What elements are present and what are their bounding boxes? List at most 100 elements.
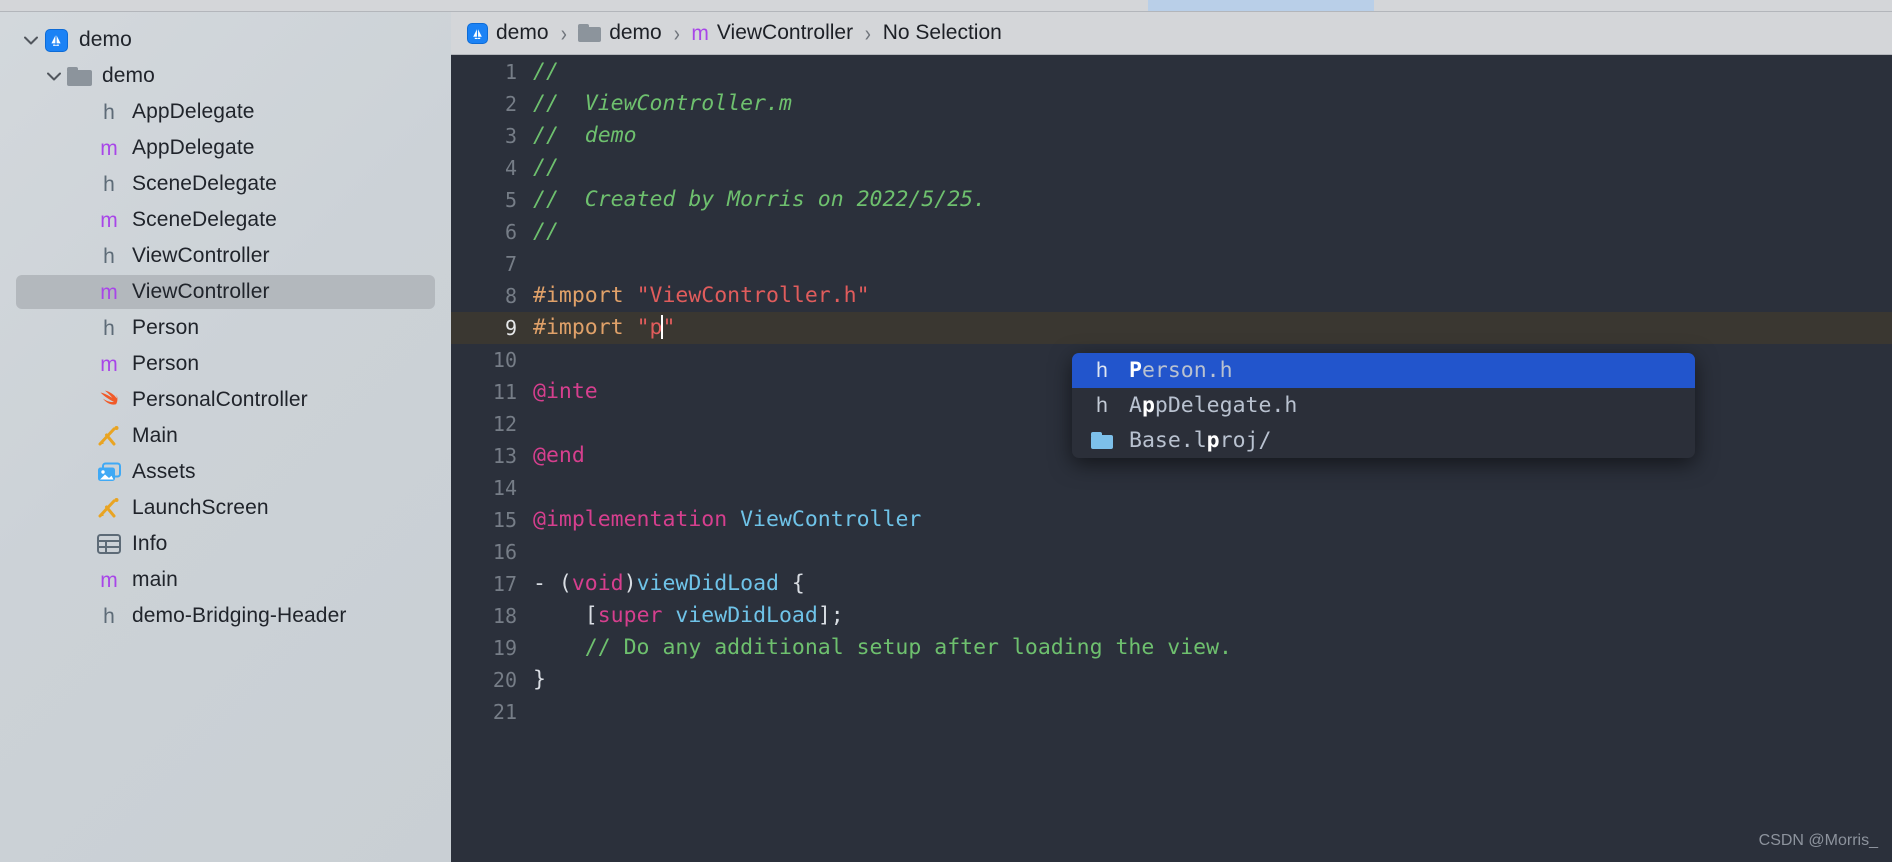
autocomplete-label: Person.h [1129, 358, 1233, 383]
code-line[interactable]: 16 [451, 536, 1892, 568]
code-text: #import "p" [533, 312, 1892, 344]
line-number: 19 [492, 636, 517, 660]
sidebar-item-person-h[interactable]: h Person [0, 310, 451, 346]
plist-icon [95, 531, 123, 557]
app-icon [42, 27, 70, 53]
code-line[interactable]: 7 [451, 248, 1892, 280]
code-token: // demo [533, 123, 637, 148]
code-text: } [533, 664, 1892, 696]
watermark: CSDN @Morris_ [1758, 832, 1878, 849]
sidebar-item-info-plist[interactable]: Info [0, 526, 451, 562]
line-number: 6 [504, 220, 517, 244]
sidebar-item-label: SceneDelegate [132, 208, 277, 231]
sidebar-item-label: Info [132, 532, 168, 555]
breadcrumb-item-project[interactable]: demo [467, 21, 549, 45]
sidebar-item-group-demo[interactable]: demo [0, 58, 451, 94]
breadcrumb-item-selection[interactable]: No Selection [883, 21, 1002, 45]
sidebar-item-label: SceneDelegate [132, 172, 277, 195]
code-line[interactable]: 18 [super viewDidLoad]; [451, 600, 1892, 632]
code-text: #import "ViewController.h" [533, 280, 1892, 312]
code-token: void [571, 571, 624, 596]
code-line[interactable]: 21 [451, 696, 1892, 728]
code-text: [super viewDidLoad]; [533, 600, 1892, 632]
sidebar-item-project-demo[interactable]: demo [0, 22, 451, 58]
code-token: ]; [817, 603, 844, 628]
code-line[interactable]: 2 // ViewController.m [451, 88, 1892, 120]
line-number: 11 [492, 380, 517, 404]
project-navigator[interactable]: demo demo h AppDelegate m AppDelegate h … [0, 12, 451, 862]
line-number: 2 [504, 92, 517, 116]
header-file-icon: h [103, 604, 115, 628]
chevron-down-icon[interactable] [20, 29, 42, 51]
autocomplete-label: Base.lproj/ [1129, 428, 1272, 453]
autocomplete-popup[interactable]: h Person.h h AppDelegate.h Base.lproj/ [1072, 353, 1695, 458]
code-line[interactable]: 19 // Do any additional setup after load… [451, 632, 1892, 664]
line-number: 21 [492, 700, 517, 724]
code-token: "ViewController.h" [636, 283, 870, 308]
editor-tab-strip[interactable] [0, 0, 1892, 12]
sidebar-item-bridging-header[interactable]: h demo-Bridging-Header [0, 598, 451, 634]
code-line[interactable]: 5 // Created by Morris on 2022/5/25. [451, 184, 1892, 216]
autocomplete-item[interactable]: Base.lproj/ [1072, 423, 1695, 458]
code-token: } [533, 667, 546, 692]
code-line[interactable]: 14 [451, 472, 1892, 504]
header-file-icon: h [103, 316, 115, 340]
code-line[interactable]: 9 #import "p" [451, 312, 1892, 344]
code-token: [ [533, 603, 598, 628]
sidebar-item-scenedelegate-m[interactable]: m SceneDelegate [0, 202, 451, 238]
code-token: @inte [533, 379, 598, 404]
sidebar-item-main-storyboard[interactable]: Main [0, 418, 451, 454]
line-number: 9 [504, 316, 517, 340]
code-line[interactable]: 15 @implementation ViewController [451, 504, 1892, 536]
header-file-icon: h [103, 172, 115, 196]
line-number: 20 [492, 668, 517, 692]
line-number: 17 [492, 572, 517, 596]
workspace-split: demo demo h AppDelegate m AppDelegate h … [0, 12, 1892, 862]
code-line[interactable]: 6 // [451, 216, 1892, 248]
sidebar-item-label: AppDelegate [132, 100, 255, 123]
sidebar-item-viewcontroller-m[interactable]: m ViewController [0, 274, 451, 310]
sidebar-item-person-m[interactable]: m Person [0, 346, 451, 382]
objc-file-icon: m [691, 21, 709, 45]
code-token: viewDidLoad [636, 571, 779, 596]
code-line[interactable]: 17 - (void)viewDidLoad { [451, 568, 1892, 600]
code-token: // ViewController.m [533, 91, 792, 116]
code-line[interactable]: 1 // [451, 56, 1892, 88]
code-line[interactable]: 8 #import "ViewController.h" [451, 280, 1892, 312]
sidebar-item-main-m[interactable]: m main [0, 562, 451, 598]
code-token: // [533, 219, 559, 244]
code-line[interactable]: 3 // demo [451, 120, 1892, 152]
storyboard-icon [95, 423, 123, 449]
source-editor[interactable]: 1 // 2 // ViewController.m 3 // demo 4 // 5 // Cr… [451, 56, 1892, 862]
breadcrumb-item-group[interactable]: demo [578, 21, 662, 45]
breadcrumb-item-file[interactable]: m ViewController [691, 21, 853, 45]
line-number: 15 [492, 508, 517, 532]
sidebar-item-scenedelegate-h[interactable]: h SceneDelegate [0, 166, 451, 202]
sidebar-item-launchscreen-storyboard[interactable]: LaunchScreen [0, 490, 451, 526]
code-line[interactable]: 4 // [451, 152, 1892, 184]
line-number: 18 [492, 604, 517, 628]
sidebar-item-label: main [132, 568, 178, 591]
header-file-icon: h [1096, 359, 1108, 382]
line-number: 8 [504, 284, 517, 308]
sidebar-item-viewcontroller-h[interactable]: h ViewController [0, 238, 451, 274]
line-number: 13 [492, 444, 517, 468]
sidebar-item-appdelegate-h[interactable]: h AppDelegate [0, 94, 451, 130]
sidebar-item-assets[interactable]: Assets [0, 454, 451, 490]
autocomplete-item[interactable]: h AppDelegate.h [1072, 388, 1695, 423]
breadcrumb[interactable]: demo › demo › m ViewController › No Sele… [451, 12, 1892, 55]
breadcrumb-separator: › [864, 19, 871, 46]
line-number: 3 [504, 124, 517, 148]
code-text: // [533, 152, 1892, 184]
objc-file-icon: m [100, 136, 118, 160]
line-number: 16 [492, 540, 517, 564]
breadcrumb-label: demo [609, 21, 662, 44]
code-line[interactable]: 20} [451, 664, 1892, 696]
header-file-icon: h [103, 100, 115, 124]
sidebar-item-personalcontroller-swift[interactable]: PersonalController [0, 382, 451, 418]
autocomplete-item[interactable]: h Person.h [1072, 353, 1695, 388]
chevron-down-icon[interactable] [43, 65, 65, 87]
line-number: 4 [504, 156, 517, 180]
sidebar-item-appdelegate-m[interactable]: m AppDelegate [0, 130, 451, 166]
